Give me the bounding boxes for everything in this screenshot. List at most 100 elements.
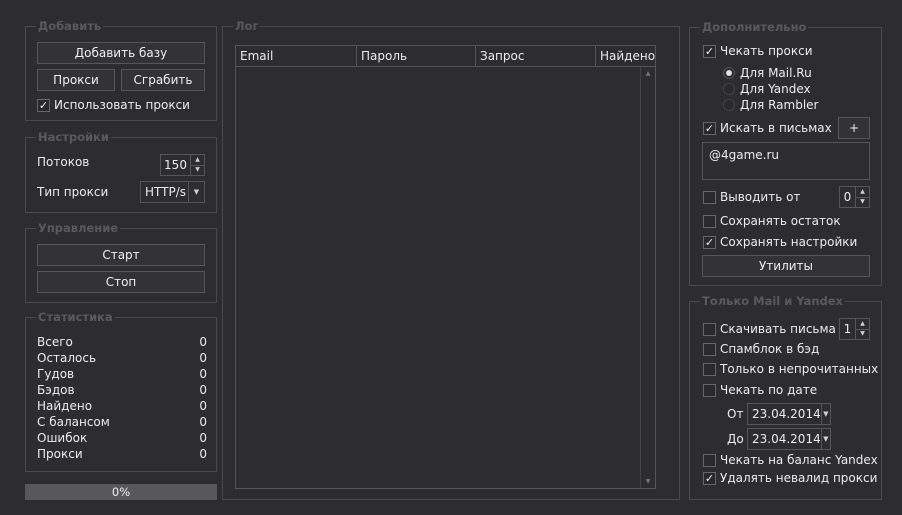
stat-value: 0 (199, 399, 207, 413)
mail-yandex-group-title: Только Mail и Yandex (700, 294, 845, 308)
stat-label: Прокси (37, 447, 83, 461)
stat-value: 0 (199, 383, 207, 397)
stats-group: Статистика Всего 0 Осталось 0 Гудов 0 Бэдов… (25, 310, 217, 472)
extra-group-title: Дополнительно (700, 20, 809, 34)
column-header-email[interactable]: Email (236, 46, 357, 66)
stat-label: Гудов (37, 367, 75, 381)
radio-yandex[interactable]: Для Yandex (723, 81, 811, 97)
column-header-password[interactable]: Пароль (357, 46, 476, 66)
yandex-balance-checkbox[interactable]: Чекать на баланс Yandex (703, 452, 878, 468)
search-in-mail-checkbox[interactable]: ✓ Искать в письмах (703, 120, 832, 136)
radio-rambler-label: Для Rambler (740, 98, 819, 112)
yandex-balance-label: Чекать на баланс Yandex (720, 453, 878, 467)
stat-label: Найдено (37, 399, 93, 413)
use-proxy-check-mark: ✓ (37, 98, 50, 112)
chevron-down-icon[interactable]: ▼ (188, 182, 204, 202)
calendar-dropdown-icon[interactable]: ▼ (820, 404, 830, 424)
proxy-type-select[interactable]: HTTP/s ▼ (140, 181, 205, 203)
date-to-label: До (727, 432, 744, 446)
output-from-stepper[interactable]: 0 ▲ ▼ (839, 186, 870, 208)
radio-rambler[interactable]: Для Rambler (723, 97, 818, 113)
proxy-type-label: Тип прокси (37, 185, 109, 199)
grab-button[interactable]: Сграбить (121, 69, 205, 91)
radio-mailru-label: Для Mail.Ru (740, 66, 812, 80)
stat-row-balance: С балансом 0 (37, 415, 207, 431)
stat-value: 0 (199, 367, 207, 381)
output-from-checkbox[interactable]: Выводить от (703, 189, 800, 205)
column-header-found[interactable]: Найдено (596, 46, 655, 66)
unread-only-check-mark (703, 362, 716, 376)
remove-invalid-proxy-checkbox[interactable]: ✓ Удалять невалид прокси (703, 470, 877, 486)
start-button[interactable]: Старт (37, 244, 205, 266)
stat-label: Ошибок (37, 431, 88, 445)
check-by-date-check-mark (703, 383, 716, 397)
save-rest-check-mark (703, 214, 716, 228)
check-by-date-checkbox[interactable]: Чекать по дате (703, 382, 817, 398)
output-from-label: Выводить от (720, 190, 801, 204)
stat-value: 0 (199, 447, 207, 461)
unread-only-checkbox[interactable]: Только в непрочитанных (703, 361, 878, 377)
column-header-request[interactable]: Запрос (476, 46, 596, 66)
remove-invalid-label: Удалять невалид прокси (720, 471, 878, 485)
add-base-button[interactable]: Добавить базу (37, 42, 205, 64)
check-proxy-checkbox[interactable]: ✓ Чекать прокси (703, 43, 813, 59)
radio-yandex-label: Для Yandex (740, 82, 811, 96)
radio-mailru[interactable]: Для Mail.Ru (723, 65, 812, 81)
date-from-value: 23.04.2014 (752, 407, 821, 421)
add-search-term-button[interactable]: + (838, 117, 870, 139)
stat-value: 0 (199, 351, 207, 365)
use-proxy-checkbox[interactable]: ✓ Использовать прокси (37, 97, 190, 113)
radio-yandex-indicator (723, 83, 735, 95)
spamblock-checkbox[interactable]: Спамблок в бэд (703, 341, 819, 357)
proxy-type-value: HTTP/s (145, 185, 187, 199)
progress-text: 0% (111, 485, 131, 499)
threads-value: 150 (164, 158, 187, 172)
stat-value: 0 (199, 431, 207, 445)
output-from-down-icon[interactable]: ▼ (856, 198, 869, 208)
save-rest-checkbox[interactable]: Сохранять остаток (703, 213, 841, 229)
add-group-title: Добавить (36, 19, 104, 33)
settings-group: Настройки Потоков 150 ▲ ▼ Тип прокси HTTP… (25, 130, 217, 213)
output-from-value: 0 (843, 190, 852, 204)
check-proxy-label: Чекать прокси (720, 44, 813, 58)
download-down-icon[interactable]: ▼ (856, 330, 869, 340)
output-from-up-icon[interactable]: ▲ (856, 187, 869, 198)
output-from-check-mark (703, 190, 716, 204)
download-mail-label: Скачивать письма (720, 322, 836, 336)
stat-label: Всего (37, 335, 73, 349)
download-mail-check-mark (703, 322, 716, 336)
save-rest-label: Сохранять остаток (720, 214, 841, 228)
stat-row-goods: Гудов 0 (37, 367, 207, 383)
use-proxy-label: Использовать прокси (54, 98, 190, 112)
threads-up-icon[interactable]: ▲ (191, 155, 204, 166)
check-by-date-label: Чекать по дате (720, 383, 818, 397)
proxy-button[interactable]: Прокси (37, 69, 115, 91)
log-group: Лог Email Пароль Запрос Найдено ▲ ▼ (222, 19, 680, 500)
threads-label: Потоков (37, 155, 90, 169)
mail-yandex-group: Только Mail и Yandex Скачивать письма 1 … (689, 294, 882, 500)
log-group-title: Лог (233, 19, 261, 33)
stat-row-total: Всего 0 (37, 335, 207, 351)
scroll-up-icon[interactable]: ▲ (641, 70, 655, 77)
utilities-button[interactable]: Утилиты (702, 255, 870, 277)
date-to-picker[interactable]: 23.04.2014 ▼ (747, 428, 831, 450)
log-scrollbar[interactable]: ▲ ▼ (640, 67, 655, 488)
stat-label: С балансом (37, 415, 110, 429)
stat-label: Бэдов (37, 383, 75, 397)
add-group: Добавить Добавить базу Прокси Сграбить ✓… (25, 19, 217, 121)
log-table-body[interactable]: ▲ ▼ (235, 67, 656, 489)
scroll-down-icon[interactable]: ▼ (641, 478, 655, 485)
extra-group: Дополнительно ✓ Чекать прокси Для Mail.R… (689, 20, 882, 286)
download-mail-checkbox[interactable]: Скачивать письма (703, 321, 836, 337)
search-terms-textbox[interactable]: @4game.ru (702, 142, 870, 180)
threads-down-icon[interactable]: ▼ (191, 166, 204, 176)
stat-value: 0 (199, 335, 207, 349)
date-from-picker[interactable]: 23.04.2014 ▼ (747, 403, 831, 425)
download-mail-stepper[interactable]: 1 ▲ ▼ (839, 318, 870, 340)
save-settings-checkbox[interactable]: ✓ Сохранять настройки (703, 234, 857, 250)
threads-stepper[interactable]: 150 ▲ ▼ (160, 154, 205, 176)
calendar-dropdown-icon[interactable]: ▼ (820, 429, 830, 449)
stop-button[interactable]: Стоп (37, 271, 205, 293)
control-group: Управление Старт Стоп (25, 221, 217, 303)
download-up-icon[interactable]: ▲ (856, 319, 869, 330)
